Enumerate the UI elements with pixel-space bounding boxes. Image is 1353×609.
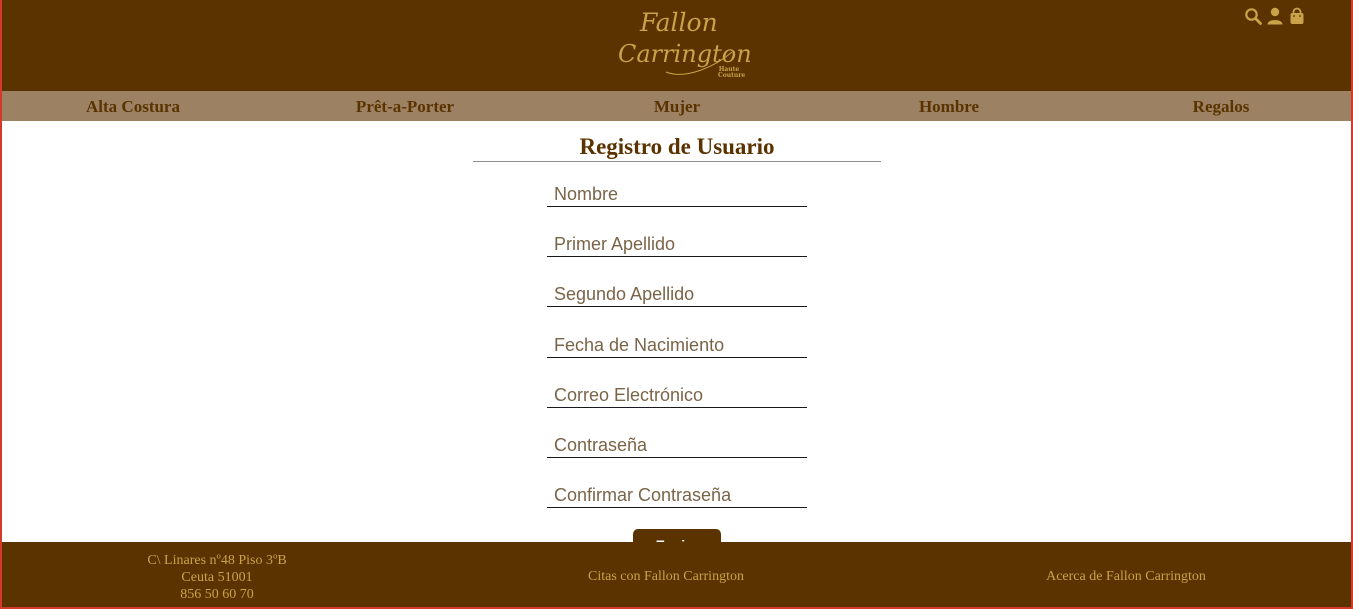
search-icon[interactable] bbox=[1244, 7, 1262, 25]
confirm-password-field[interactable] bbox=[547, 484, 807, 508]
brand-line-3: Haute Couture bbox=[718, 66, 746, 79]
fecha-nacimiento-field[interactable] bbox=[547, 334, 807, 358]
header-icons bbox=[1244, 7, 1306, 25]
footer-link-acerca[interactable]: Acerca de Fallon Carrington bbox=[1026, 569, 1226, 585]
site-footer: C\ Linares nº48 Piso 3ºB Ceuta 51001 856… bbox=[0, 542, 1353, 609]
main-nav: Alta Costura Prêt-a-Porter Mujer Hombre … bbox=[0, 91, 1353, 121]
form-title: Registro de Usuario bbox=[473, 134, 881, 162]
nombre-field[interactable] bbox=[547, 183, 807, 207]
user-icon[interactable] bbox=[1266, 7, 1284, 25]
footer-link-citas[interactable]: Citas con Fallon Carrington bbox=[566, 569, 766, 585]
brand-line-2: Carrington bbox=[618, 40, 752, 68]
footer-address: C\ Linares nº48 Piso 3ºB Ceuta 51001 856… bbox=[117, 552, 317, 603]
brand-logo[interactable]: Fallon Carrington Haute Couture bbox=[606, 6, 752, 84]
brand-line-1: Fallon bbox=[640, 8, 718, 37]
email-field[interactable] bbox=[547, 384, 807, 408]
nav-item-regalos[interactable]: Regalos bbox=[1193, 97, 1250, 117]
nav-item-pret-a-porter[interactable]: Prêt-a-Porter bbox=[356, 97, 454, 117]
nav-item-alta-costura[interactable]: Alta Costura bbox=[86, 97, 180, 117]
shopping-bag-icon[interactable] bbox=[1288, 7, 1306, 25]
address-city: Ceuta 51001 bbox=[181, 570, 253, 585]
address-phone: 856 50 60 70 bbox=[180, 587, 254, 602]
segundo-apellido-field[interactable] bbox=[547, 283, 807, 307]
site-header: Fallon Carrington Haute Couture bbox=[0, 0, 1353, 91]
nav-item-hombre[interactable]: Hombre bbox=[919, 97, 979, 117]
primer-apellido-field[interactable] bbox=[547, 233, 807, 257]
password-field[interactable] bbox=[547, 434, 807, 458]
nav-item-mujer[interactable]: Mujer bbox=[654, 97, 700, 117]
address-street: C\ Linares nº48 Piso 3ºB bbox=[147, 553, 287, 568]
